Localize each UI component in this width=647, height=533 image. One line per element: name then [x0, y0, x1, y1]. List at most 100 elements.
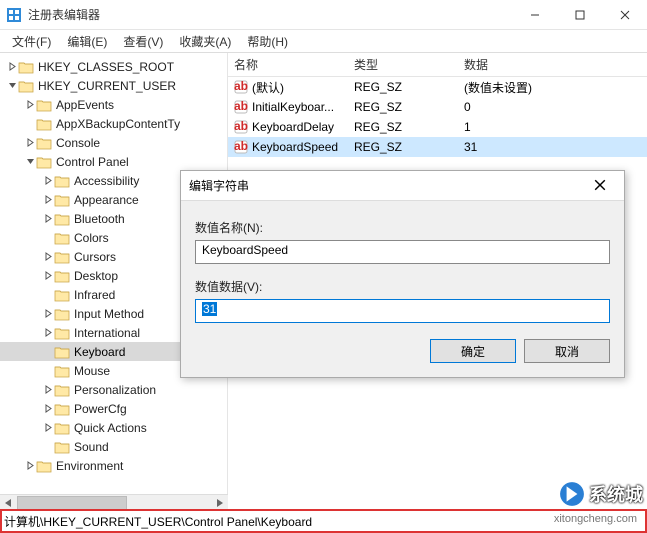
folder-icon — [54, 383, 70, 397]
menu-file[interactable]: 文件(F) — [4, 31, 59, 52]
value-data-input[interactable]: 31 — [195, 299, 610, 323]
tree-item[interactable]: AppEvents — [0, 95, 227, 114]
tree-item[interactable]: Console — [0, 133, 227, 152]
tree-item[interactable]: AppXBackupContentTy — [0, 114, 227, 133]
tree-item[interactable]: Personalization — [0, 380, 227, 399]
tree-item-label: Console — [56, 136, 100, 150]
value-name-label: 数值名称(N): — [195, 219, 610, 236]
value-type: REG_SZ — [348, 100, 458, 114]
string-value-icon: ab — [234, 100, 248, 114]
tree-item-label: AppXBackupContentTy — [56, 117, 180, 131]
folder-icon — [36, 98, 52, 112]
tree-item-label: HKEY_CURRENT_USER — [38, 79, 176, 93]
value-type: REG_SZ — [348, 80, 458, 94]
tree-twisty-icon[interactable] — [42, 195, 54, 204]
tree-item-label: Mouse — [74, 364, 110, 378]
tree-twisty-icon[interactable] — [42, 328, 54, 337]
value-name-input[interactable]: KeyboardSpeed — [195, 240, 610, 264]
folder-icon — [36, 117, 52, 131]
svg-text:ab: ab — [234, 100, 248, 113]
menu-fav[interactable]: 收藏夹(A) — [171, 31, 239, 52]
menu-help[interactable]: 帮助(H) — [239, 31, 296, 52]
tree-item-label: HKEY_CLASSES_ROOT — [38, 60, 174, 74]
folder-icon — [54, 174, 70, 188]
folder-icon — [36, 155, 52, 169]
tree-item-label: Cursors — [74, 250, 116, 264]
tree-item-label: Sound — [74, 440, 109, 454]
tree-item-label: International — [74, 326, 140, 340]
list-row[interactable]: abKeyboardDelayREG_SZ1 — [228, 117, 647, 137]
tree-item[interactable]: Environment — [0, 456, 227, 475]
dialog-close-button[interactable] — [584, 178, 616, 194]
svg-text:ab: ab — [234, 120, 248, 133]
string-value-icon: ab — [234, 140, 248, 154]
tree-twisty-icon[interactable] — [42, 271, 54, 280]
tree-item-label: Colors — [74, 231, 109, 245]
tree-item-label: AppEvents — [56, 98, 114, 112]
tree-twisty-icon[interactable] — [42, 423, 54, 432]
tree-twisty-icon[interactable] — [42, 252, 54, 261]
folder-icon — [54, 193, 70, 207]
tree-twisty-icon[interactable] — [42, 404, 54, 413]
tree-twisty-icon[interactable] — [24, 100, 36, 109]
col-type-header[interactable]: 类型 — [348, 56, 458, 73]
folder-icon — [54, 364, 70, 378]
edit-string-dialog: 编辑字符串 数值名称(N): KeyboardSpeed 数值数据(V): 31… — [180, 170, 625, 378]
tree-item[interactable]: Sound — [0, 437, 227, 456]
menu-view[interactable]: 查看(V) — [115, 31, 171, 52]
folder-icon — [54, 440, 70, 454]
list-row[interactable]: abInitialKeyboar...REG_SZ0 — [228, 97, 647, 117]
close-button[interactable] — [602, 0, 647, 30]
folder-icon — [54, 307, 70, 321]
string-value-icon: ab — [234, 80, 248, 94]
cancel-button[interactable]: 取消 — [524, 339, 610, 363]
tree-item-label: Appearance — [74, 193, 139, 207]
status-bar: 计算机\HKEY_CURRENT_USER\Control Panel\Keyb… — [0, 509, 647, 533]
folder-icon — [36, 459, 52, 473]
value-name-input-text: KeyboardSpeed — [202, 243, 288, 257]
tree-item[interactable]: Control Panel — [0, 152, 227, 171]
string-value-icon: ab — [234, 120, 248, 134]
value-name: KeyboardSpeed — [252, 140, 338, 154]
ok-button[interactable]: 确定 — [430, 339, 516, 363]
value-data: (数值未设置) — [458, 79, 647, 96]
tree-item-label: Keyboard — [74, 345, 125, 359]
value-data-label: 数值数据(V): — [195, 278, 610, 295]
folder-icon — [54, 231, 70, 245]
tree-twisty-icon[interactable] — [42, 309, 54, 318]
list-row[interactable]: abKeyboardSpeedREG_SZ31 — [228, 137, 647, 157]
tree-item[interactable]: HKEY_CURRENT_USER — [0, 76, 227, 95]
minimize-button[interactable] — [512, 0, 557, 30]
tree-twisty-icon[interactable] — [24, 461, 36, 470]
col-data-header[interactable]: 数据 — [458, 56, 647, 73]
tree-item-label: Accessibility — [74, 174, 139, 188]
svg-text:ab: ab — [234, 80, 248, 93]
folder-icon — [54, 345, 70, 359]
col-name-header[interactable]: 名称 — [228, 56, 348, 73]
folder-icon — [18, 60, 34, 74]
svg-text:ab: ab — [234, 140, 248, 153]
value-data: 31 — [458, 140, 647, 154]
tree-item[interactable]: PowerCfg — [0, 399, 227, 418]
menu-bar: 文件(F) 编辑(E) 查看(V) 收藏夹(A) 帮助(H) — [0, 30, 647, 52]
tree-twisty-icon[interactable] — [6, 62, 18, 71]
tree-twisty-icon[interactable] — [42, 385, 54, 394]
tree-twisty-icon[interactable] — [6, 81, 18, 90]
title-bar: 注册表编辑器 — [0, 0, 647, 30]
tree-item[interactable]: HKEY_CLASSES_ROOT — [0, 57, 227, 76]
value-data: 1 — [458, 120, 647, 134]
tree-twisty-icon[interactable] — [24, 138, 36, 147]
tree-twisty-icon[interactable] — [42, 176, 54, 185]
menu-edit[interactable]: 编辑(E) — [59, 31, 115, 52]
tree-item[interactable]: Quick Actions — [0, 418, 227, 437]
folder-icon — [54, 269, 70, 283]
folder-icon — [54, 326, 70, 340]
tree-twisty-icon[interactable] — [24, 157, 36, 166]
value-name: (默认) — [252, 79, 284, 96]
tree-twisty-icon[interactable] — [42, 214, 54, 223]
folder-icon — [54, 288, 70, 302]
list-row[interactable]: ab (默认) REG_SZ(数值未设置) — [228, 77, 647, 97]
maximize-button[interactable] — [557, 0, 602, 30]
tree-item-label: Quick Actions — [74, 421, 147, 435]
app-icon — [6, 7, 22, 23]
